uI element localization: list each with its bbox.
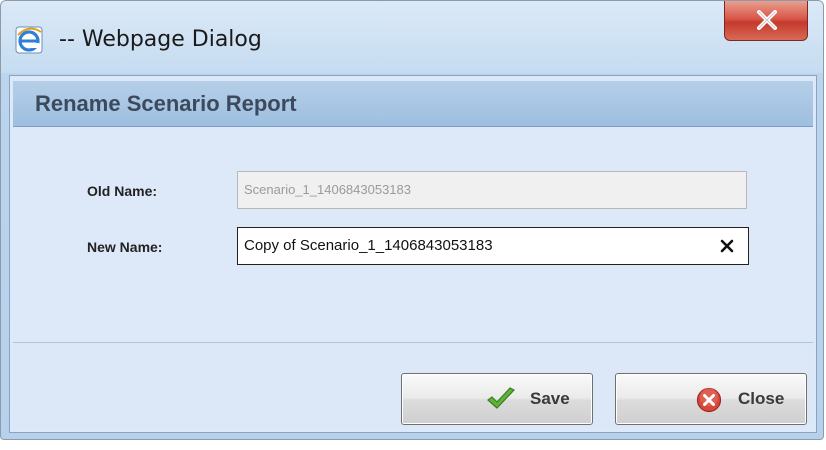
clear-x-icon[interactable] (716, 235, 738, 257)
old-name-value: Scenario_1_1406843053183 (244, 182, 411, 197)
save-button[interactable]: Save (401, 373, 593, 425)
rename-form: Old Name: Scenario_1_1406843053183 New N… (13, 127, 813, 343)
new-name-value: Copy of Scenario_1_1406843053183 (244, 237, 493, 254)
new-name-label: New Name: (87, 239, 163, 255)
old-name-label: Old Name: (87, 183, 158, 199)
dialog-window: -- Webpage Dialog Rename Scenario Report… (0, 0, 824, 440)
new-name-input[interactable]: Copy of Scenario_1_1406843053183 (237, 227, 749, 265)
close-label: Close (738, 389, 785, 408)
close-button[interactable]: Close (615, 373, 807, 425)
window-close-button[interactable] (724, 1, 808, 41)
dialog-footer: Save Close (13, 343, 813, 429)
dialog-header: Rename Scenario Report (13, 81, 813, 127)
title-bar[interactable]: -- Webpage Dialog (1, 1, 823, 73)
checkmark-icon (486, 387, 516, 416)
ie-icon (15, 26, 43, 54)
old-name-field: Scenario_1_1406843053183 (237, 171, 747, 209)
red-x-circle-icon (696, 387, 722, 418)
window-title: -- Webpage Dialog (59, 27, 262, 52)
save-label: Save (530, 389, 570, 408)
dialog-heading: Rename Scenario Report (35, 91, 297, 116)
close-icon (757, 10, 777, 30)
